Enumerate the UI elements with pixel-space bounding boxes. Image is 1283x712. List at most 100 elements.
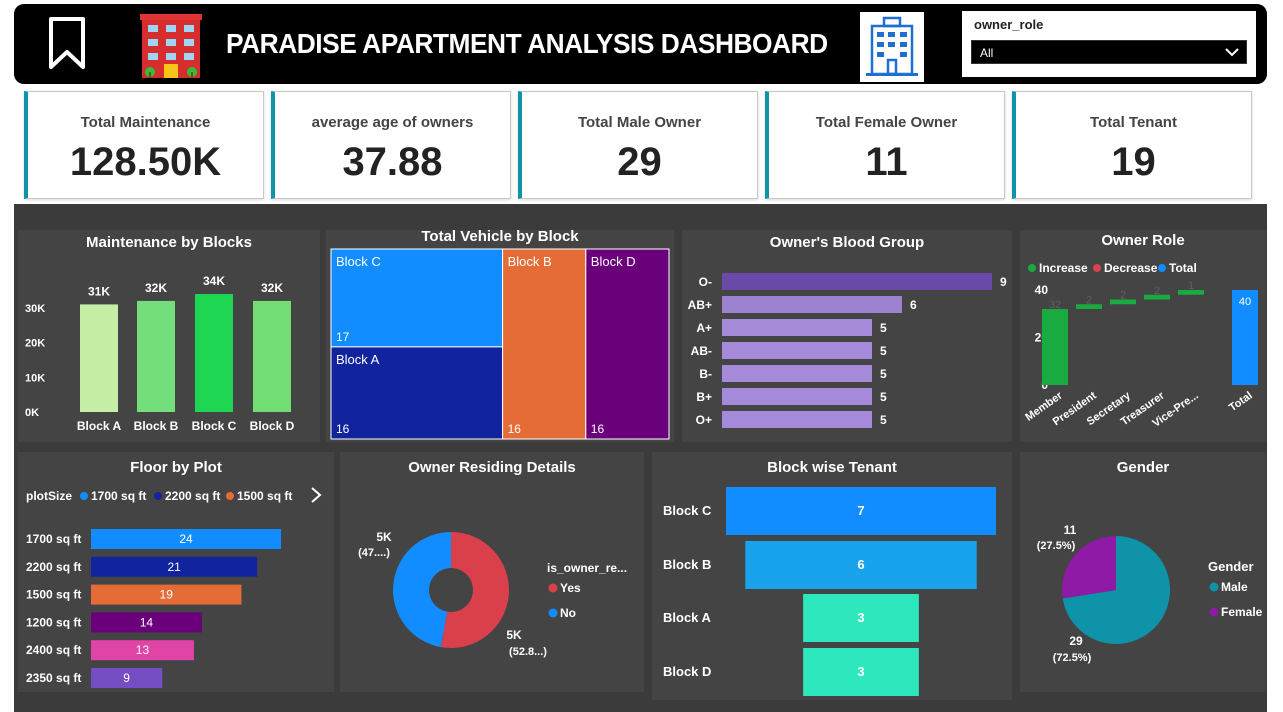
y-tick-label: O- — [699, 275, 712, 289]
treemap-tile — [585, 248, 670, 440]
x-tick-label: Total — [1227, 390, 1255, 414]
treemap-tile-label: Block C — [336, 254, 381, 269]
legend-marker — [1028, 264, 1036, 272]
kpi-label: Total Maintenance — [80, 114, 211, 131]
kpi-card-total-female-owner[interactable]: Total Female Owner 11 — [765, 91, 1005, 199]
kpi-card-total-tenant[interactable]: Total Tenant 19 — [1012, 91, 1252, 199]
bar-data-label: 24 — [179, 532, 193, 546]
bar-data-label: 32 — [1049, 299, 1061, 311]
vehicle-panel: Total Vehicle by Block Block C 17 Block A1… — [326, 228, 674, 442]
bar-data-label: 34K — [203, 274, 225, 288]
bar — [722, 273, 992, 290]
slice-percent-label: (47....) — [358, 547, 390, 559]
kpi-value: 128.50K — [69, 140, 222, 184]
slice-value-label: 29 — [1069, 634, 1083, 648]
bar-data-label: 2 — [1086, 294, 1092, 306]
kpi-value: 19 — [1111, 140, 1156, 184]
slice-percent-label: (72.5%) — [1053, 652, 1092, 664]
y-tick-label: 20K — [25, 338, 45, 350]
maintenance-chart: 0K 10K 20K 30K 31K Block A 32K Block B 34K Block … — [25, 274, 295, 433]
bar-data-label: 6 — [910, 298, 917, 312]
gender-panel: Gender 29 (72.5%) 11 (27.5%) Gender Male Femal… — [1020, 452, 1266, 692]
slice-percent-label: (27.5%) — [1037, 540, 1076, 552]
legend-title: Gender — [1208, 559, 1254, 574]
y-tick-label: 2200 sq ft — [26, 560, 81, 574]
bar-data-label: 13 — [136, 643, 150, 657]
apartment-building-icon — [140, 14, 202, 78]
bar — [722, 342, 872, 359]
vehicle-treemap: Block C 17 Block A 16 Block B 16 Block D 16 — [330, 248, 670, 440]
bar-data-label: 19 — [160, 588, 174, 602]
kpi-label: Total Male Owner — [577, 114, 702, 131]
blood-group-chart: O- 9 AB+ 6 A+ 5 AB- 5 B- 5 B+ 5 O+ 5 — [688, 273, 1007, 428]
y-tick-label: 30K — [25, 303, 45, 315]
bar — [137, 300, 175, 412]
x-tick-label: Block C — [192, 419, 237, 433]
floor-chart: plotSize 1700 sq ft 2200 sq ft 1500 sq ft 17… — [26, 487, 322, 688]
y-tick-label: B+ — [696, 390, 712, 404]
treemap-tile-value: 17 — [336, 330, 350, 344]
kpi-card-total-male-owner[interactable]: Total Male Owner 29 — [518, 91, 758, 199]
legend-title: is_owner_re... — [547, 561, 627, 575]
owner-role-dropdown[interactable]: All — [971, 40, 1247, 64]
y-tick-label: AB+ — [688, 298, 712, 312]
blood-group-panel: Owner's Blood Group O- 9 AB+ 6 A+ 5 AB- 5 B- 5 B+ 5… — [682, 230, 1012, 442]
legend-marker — [548, 583, 558, 593]
y-tick-label: A+ — [696, 321, 712, 335]
treemap-tile — [502, 248, 587, 440]
bar — [195, 294, 233, 412]
bar-data-label: 9 — [123, 671, 130, 685]
kpi-value: 37.88 — [342, 140, 443, 184]
chevron-down-icon[interactable] — [1224, 44, 1240, 60]
kpi-card-total-maintenance[interactable]: Total Maintenance 128.50K — [24, 91, 264, 199]
bar — [722, 411, 872, 428]
treemap-tile-value: 16 — [508, 422, 522, 436]
kpi-card-average-age[interactable]: average age of owners 37.88 — [271, 91, 511, 199]
slicer-selected-value: All — [980, 46, 994, 60]
legend-label: 1500 sq ft — [237, 489, 292, 503]
legend-label: Female — [1221, 605, 1263, 619]
legend-label: 2200 sq ft — [165, 489, 220, 503]
treemap-tile-label: Block A — [336, 352, 380, 367]
bar-data-label: 5 — [880, 344, 887, 358]
y-tick-label: 10K — [25, 372, 45, 384]
y-tick-label: 1500 sq ft — [26, 588, 81, 602]
bar-data-label: 2 — [1154, 285, 1160, 297]
kpi-value: 29 — [617, 140, 662, 184]
bar — [722, 365, 872, 382]
bar-data-label: 1 — [1188, 280, 1194, 292]
office-building-icon — [860, 12, 924, 82]
residing-panel: Owner Residing Details 5K (47....) 5K (52.8… — [340, 452, 644, 692]
bar — [80, 304, 118, 412]
legend-marker — [548, 608, 558, 618]
maintenance-panel: Maintenance by Blocks 0K 10K 20K 30K 31K Bloc… — [18, 230, 320, 442]
treemap-tile-label: Block D — [591, 254, 636, 269]
legend-marker — [154, 492, 162, 500]
legend-label: 1700 sq ft — [91, 489, 146, 503]
x-tick-label: Block D — [250, 419, 295, 433]
y-tick-label: Block D — [663, 664, 711, 679]
y-tick-label: AB- — [691, 344, 712, 358]
slice-percent-label: (52.8...) — [509, 646, 547, 658]
legend-marker — [1209, 582, 1219, 592]
bar-data-label: 5 — [880, 367, 887, 381]
bookmark-icon[interactable] — [48, 16, 88, 72]
y-tick-label: 2400 sq ft — [26, 643, 81, 657]
legend-next-icon — [311, 487, 322, 503]
bar-data-label: 3 — [857, 610, 864, 625]
legend-marker — [226, 492, 234, 500]
bar-data-label: 2 — [1120, 290, 1126, 302]
legend-label: Total — [1169, 261, 1197, 275]
treemap-tile-label: Block B — [508, 254, 552, 269]
legend-marker — [1093, 264, 1101, 272]
y-tick-label: B- — [699, 367, 712, 381]
bar-data-label: 32K — [145, 281, 167, 295]
bar-data-label: 6 — [857, 557, 864, 572]
treemap-tile-value: 16 — [591, 422, 605, 436]
y-tick-label: 0K — [25, 407, 39, 419]
bar — [722, 319, 872, 336]
kpi-label: Total Female Owner — [815, 114, 958, 131]
legend-label: No — [560, 606, 576, 620]
kpi-value: 11 — [865, 140, 908, 184]
bar-data-label: 5 — [880, 413, 887, 427]
